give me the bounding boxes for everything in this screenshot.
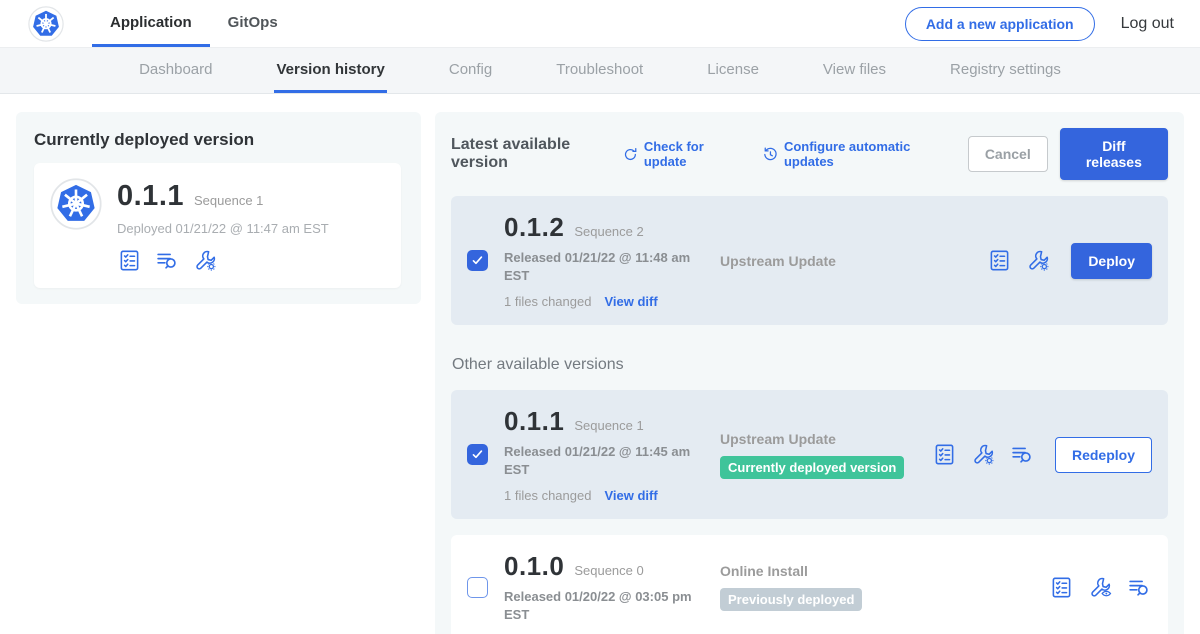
release-notes-icon[interactable]: [1049, 575, 1074, 600]
version-row-0-1-2: 0.1.2 Sequence 2 Released 01/21/22 @ 11:…: [451, 196, 1168, 325]
version-details: 0.1.2 Sequence 2 Released 01/21/22 @ 11:…: [504, 212, 716, 309]
tab-troubleshoot[interactable]: Troubleshoot: [554, 48, 645, 93]
app-nav-tabs: Application GitOps: [92, 0, 296, 47]
deploy-button[interactable]: Deploy: [1071, 243, 1152, 279]
version-actions: Deploy: [987, 243, 1152, 279]
source-label: Upstream Update: [720, 431, 932, 447]
checkmark-icon: [470, 447, 485, 462]
version-source: Upstream Update: [716, 253, 987, 269]
version-source: Upstream Update Currently deployed versi…: [716, 431, 932, 479]
view-config-icon[interactable]: [1088, 575, 1113, 600]
tab-version-history[interactable]: Version history: [274, 48, 386, 93]
currently-deployed-panel: Currently deployed version 0.1.1 Sequenc…: [16, 112, 421, 304]
sequence-label: Sequence 1: [574, 418, 643, 433]
topnav-spacer: [296, 0, 905, 47]
tab-application[interactable]: Application: [92, 0, 210, 47]
version-checkbox[interactable]: [467, 577, 488, 598]
version-number: 0.1.2: [504, 212, 564, 243]
version-checkbox[interactable]: [467, 250, 488, 271]
redeploy-button[interactable]: Redeploy: [1055, 437, 1152, 473]
files-changed-label: 1 files changed: [504, 294, 591, 309]
version-details: 0.1.0 Sequence 0 Released 01/20/22 @ 03:…: [504, 551, 716, 623]
view-files-icon[interactable]: [155, 248, 180, 273]
tab-registry-settings[interactable]: Registry settings: [948, 48, 1063, 93]
deployed-sequence-label: Sequence 1: [194, 193, 263, 208]
view-diff-link[interactable]: View diff: [604, 294, 657, 309]
version-actions: Redeploy: [932, 437, 1152, 473]
other-versions-title: Other available versions: [452, 356, 1168, 374]
tab-license[interactable]: License: [705, 48, 761, 93]
sequence-label: Sequence 0: [574, 563, 643, 578]
refresh-icon: [622, 145, 639, 164]
deployed-panel-title: Currently deployed version: [34, 130, 401, 150]
checkmark-icon: [470, 253, 485, 268]
view-diff-link[interactable]: View diff: [604, 488, 657, 503]
version-row-0-1-0: 0.1.0 Sequence 0 Released 01/20/22 @ 03:…: [451, 535, 1168, 634]
version-details: 0.1.1 Sequence 1 Released 01/21/22 @ 11:…: [504, 406, 716, 503]
tab-view-files[interactable]: View files: [821, 48, 888, 93]
deployed-action-icons: [117, 248, 329, 273]
kubernetes-logo-icon: [28, 6, 64, 42]
kubernetes-app-icon: [50, 178, 102, 230]
edit-config-icon[interactable]: [971, 442, 996, 467]
deployed-version-info: 0.1.1 Sequence 1 Deployed 01/21/22 @ 11:…: [117, 178, 329, 273]
cancel-button[interactable]: Cancel: [968, 136, 1048, 172]
source-label: Upstream Update: [720, 253, 987, 269]
tab-config[interactable]: Config: [447, 48, 494, 93]
check-for-update-label: Check for update: [644, 139, 738, 169]
version-checkbox[interactable]: [467, 444, 488, 465]
app-logo: [28, 0, 64, 47]
deployed-timestamp: Deployed 01/21/22 @ 11:47 am EST: [117, 221, 329, 236]
released-timestamp: Released 01/21/22 @ 11:45 am EST: [504, 443, 704, 478]
tab-dashboard[interactable]: Dashboard: [137, 48, 214, 93]
released-timestamp: Released 01/20/22 @ 03:05 pm EST: [504, 588, 704, 623]
sequence-label: Sequence 2: [574, 224, 643, 239]
edit-config-icon[interactable]: [1026, 248, 1051, 273]
schedule-update-icon: [762, 145, 779, 164]
available-panel-header: Latest available version Check for updat…: [451, 128, 1168, 180]
deployed-version-number: 0.1.1: [117, 180, 184, 213]
version-number: 0.1.0: [504, 551, 564, 582]
previously-deployed-badge: Previously deployed: [720, 588, 862, 611]
released-timestamp: Released 01/21/22 @ 11:48 am EST: [504, 249, 704, 284]
available-versions-panel: Latest available version Check for updat…: [435, 112, 1184, 634]
configure-automatic-updates-link[interactable]: Configure automatic updates: [762, 139, 944, 169]
view-files-icon[interactable]: [1127, 575, 1152, 600]
configure-automatic-updates-label: Configure automatic updates: [784, 139, 944, 169]
version-source: Online Install Previously deployed: [716, 563, 1049, 611]
app-subnav: Dashboard Version history Config Trouble…: [0, 48, 1200, 94]
source-label: Online Install: [720, 563, 1049, 579]
currently-deployed-badge: Currently deployed version: [720, 456, 904, 479]
deployed-version-card: 0.1.1 Sequence 1 Deployed 01/21/22 @ 11:…: [34, 163, 401, 288]
version-number: 0.1.1: [504, 406, 564, 437]
edit-config-icon[interactable]: [193, 248, 218, 273]
top-nav: Application GitOps Add a new application…: [0, 0, 1200, 48]
files-changed-label: 1 files changed: [504, 488, 591, 503]
main-content: Currently deployed version 0.1.1 Sequenc…: [0, 94, 1200, 634]
available-panel-title: Latest available version: [451, 136, 612, 172]
version-actions: [1049, 575, 1152, 600]
release-notes-icon[interactable]: [987, 248, 1012, 273]
logout-button[interactable]: Log out: [1121, 0, 1174, 47]
add-new-application-button[interactable]: Add a new application: [905, 7, 1095, 41]
version-row-0-1-1: 0.1.1 Sequence 1 Released 01/21/22 @ 11:…: [451, 390, 1168, 519]
view-files-icon[interactable]: [1010, 442, 1035, 467]
release-notes-icon[interactable]: [932, 442, 957, 467]
tab-gitops[interactable]: GitOps: [210, 0, 296, 47]
check-for-update-link[interactable]: Check for update: [622, 139, 738, 169]
release-notes-icon[interactable]: [117, 248, 142, 273]
diff-releases-button[interactable]: Diff releases: [1060, 128, 1168, 180]
